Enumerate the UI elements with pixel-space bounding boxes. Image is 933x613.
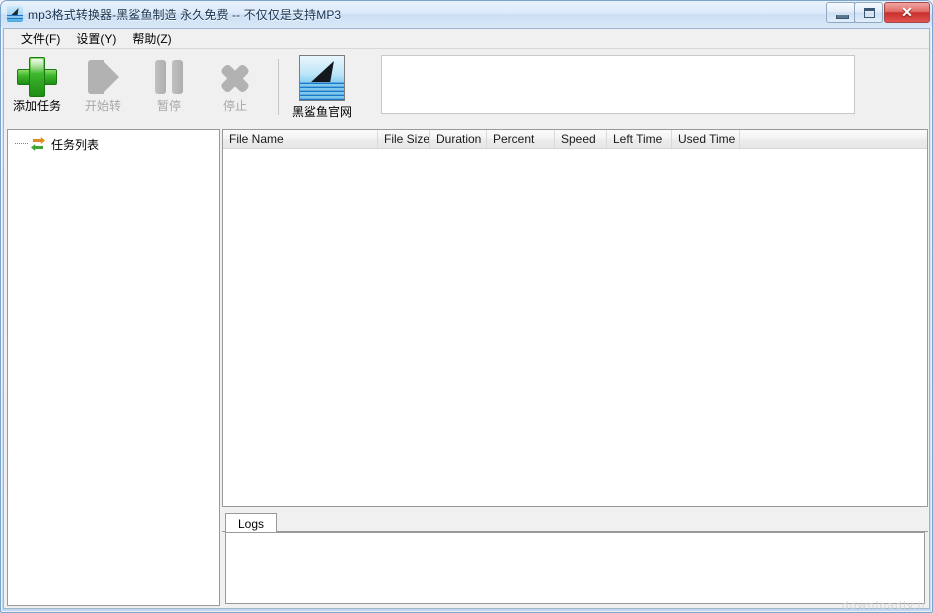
- recycle-arrows-icon: [30, 136, 46, 152]
- minimize-button[interactable]: [826, 2, 855, 23]
- add-task-label: 添加任务: [12, 99, 61, 113]
- column-header-file-size[interactable]: File Size: [378, 130, 430, 148]
- task-list-body[interactable]: [223, 149, 927, 506]
- maximize-button[interactable]: [854, 2, 883, 23]
- task-list-panel: File Name File Size Duration Percent Spe…: [222, 129, 928, 507]
- menu-item-file[interactable]: 文件(F): [13, 28, 68, 50]
- window-title: mp3格式转换器-黑鲨鱼制造 永久免费 -- 不仅仅是支持MP3: [28, 7, 342, 22]
- logs-area: Logs: [222, 511, 928, 606]
- pause-icon: [146, 55, 192, 99]
- column-header-percent[interactable]: Percent: [487, 130, 555, 148]
- stop-button[interactable]: 停止: [202, 55, 268, 121]
- stop-x-icon: [212, 55, 258, 99]
- logs-tab-strip: Logs: [222, 511, 928, 533]
- close-icon: ✕: [901, 4, 913, 20]
- official-website-label: 黑鲨鱼官网: [291, 105, 352, 119]
- tree-item-task-list[interactable]: 任务列表: [8, 134, 219, 154]
- official-website-button[interactable]: 黑鲨鱼官网: [289, 55, 355, 120]
- minimize-icon: [836, 15, 849, 19]
- column-header-speed[interactable]: Speed: [555, 130, 607, 148]
- start-convert-label: 开始转: [84, 99, 121, 113]
- column-header-duration[interactable]: Duration: [430, 130, 487, 148]
- tree-item-label: 任务列表: [51, 137, 100, 152]
- close-button[interactable]: ✕: [884, 2, 930, 23]
- application-window: mp3格式转换器-黑鲨鱼制造 永久免费 -- 不仅仅是支持MP3 ✕ 文件(F)…: [0, 0, 933, 613]
- column-header-filler: [740, 130, 927, 148]
- task-list-header: File Name File Size Duration Percent Spe…: [223, 130, 927, 149]
- add-task-button[interactable]: 添加任务: [4, 55, 70, 121]
- tab-logs[interactable]: Logs: [225, 513, 278, 533]
- client-area: 文件(F) 设置(Y) 帮助(Z) 添加任务 开始转 暂停 停止 黑鲨鱼官网 任…: [3, 28, 930, 609]
- logs-textarea[interactable]: [225, 532, 925, 604]
- menu-item-help[interactable]: 帮助(Z): [124, 28, 179, 50]
- maximize-icon: [864, 8, 875, 18]
- task-tree-panel: 任务列表: [7, 129, 220, 606]
- play-icon: [80, 55, 126, 99]
- toolbar-separator: [278, 59, 279, 115]
- column-header-used-time[interactable]: Used Time: [672, 130, 740, 148]
- start-convert-button[interactable]: 开始转: [70, 55, 136, 121]
- column-header-file-name[interactable]: File Name: [223, 130, 378, 148]
- watermark: downloadly.ir: [841, 599, 927, 612]
- pause-button[interactable]: 暂停: [136, 55, 202, 121]
- menu-bar: 文件(F) 设置(Y) 帮助(Z): [4, 29, 929, 49]
- title-bar[interactable]: mp3格式转换器-黑鲨鱼制造 永久免费 -- 不仅仅是支持MP3: [1, 1, 932, 27]
- app-icon: [7, 6, 23, 22]
- stop-label: 停止: [222, 99, 247, 113]
- column-header-left-time[interactable]: Left Time: [607, 130, 672, 148]
- shark-logo-icon: [299, 55, 345, 101]
- right-area: File Name File Size Duration Percent Spe…: [222, 129, 928, 606]
- ad-panel[interactable]: [381, 55, 855, 114]
- menu-item-settings[interactable]: 设置(Y): [68, 28, 124, 50]
- tree-connector: [15, 143, 28, 145]
- window-controls: ✕: [826, 2, 930, 23]
- plus-icon: [14, 55, 60, 99]
- pause-label: 暂停: [156, 99, 181, 113]
